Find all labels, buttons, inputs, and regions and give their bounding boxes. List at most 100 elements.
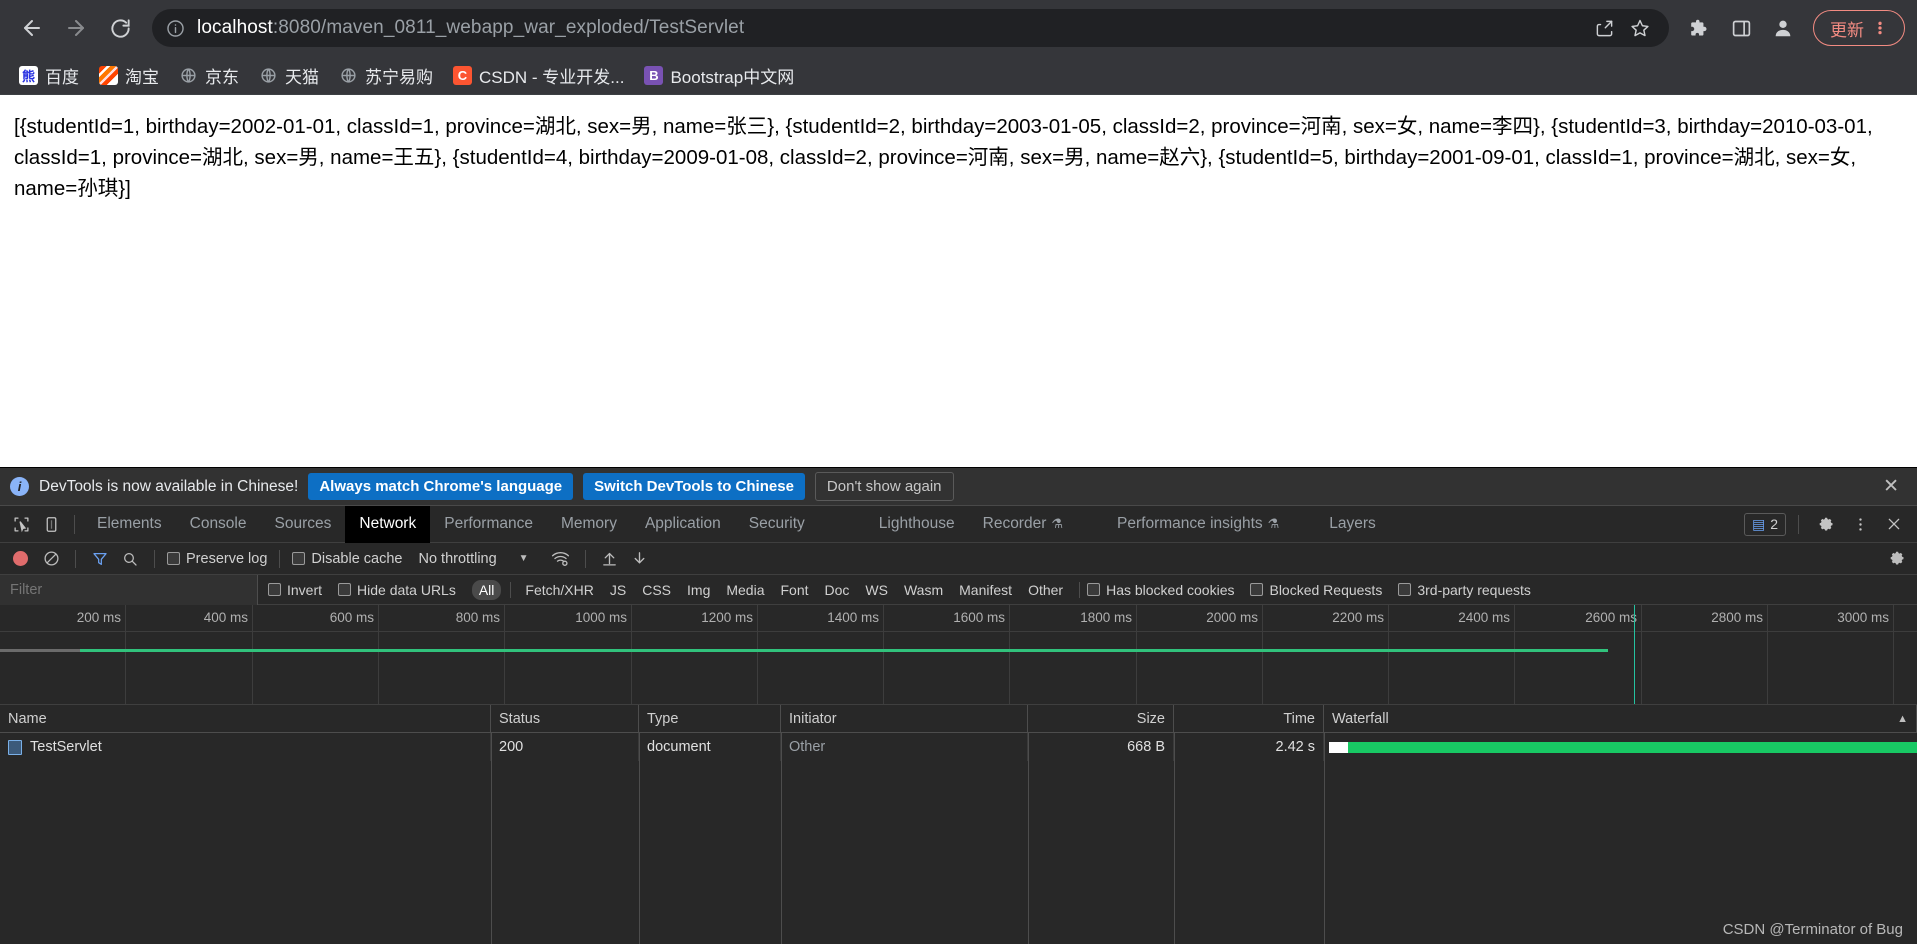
table-header-row: Name Status Type Initiator Size Time Wat… <box>0 705 1917 733</box>
tab-recorder[interactable]: Recorder⚗ <box>969 506 1077 543</box>
tab-elements[interactable]: Elements <box>83 506 176 543</box>
filter-type-other[interactable]: Other <box>1021 580 1070 600</box>
tab-sources[interactable]: Sources <box>261 506 346 543</box>
bookmark-item[interactable]: 熊 百度 <box>10 59 88 92</box>
star-icon[interactable] <box>1625 13 1655 43</box>
bookmark-item[interactable]: B Bootstrap中文网 <box>635 59 803 92</box>
filter-type-media[interactable]: Media <box>719 580 771 600</box>
back-button[interactable] <box>12 8 52 48</box>
bookmark-item[interactable]: 淘宝 <box>90 59 168 92</box>
filter-type-css[interactable]: CSS <box>635 580 678 600</box>
column-header-waterfall[interactable]: Waterfall ▲ <box>1324 705 1917 733</box>
site-info-icon[interactable] <box>166 19 185 38</box>
banner-message: DevTools is now available in Chinese! <box>39 478 298 496</box>
profile-icon[interactable] <box>1763 8 1803 48</box>
gear-icon[interactable] <box>1811 510 1841 538</box>
filter-type-font[interactable]: Font <box>774 580 816 600</box>
issues-badge[interactable]: ▤ 2 <box>1744 513 1786 536</box>
tick-label: 1000 ms <box>575 610 627 625</box>
filter-type-img[interactable]: Img <box>680 580 717 600</box>
bookmark-item[interactable]: 京东 <box>170 59 248 92</box>
always-match-language-button[interactable]: Always match Chrome's language <box>308 473 573 500</box>
share-icon[interactable] <box>1589 13 1619 43</box>
throttling-value: No throttling <box>418 551 496 567</box>
close-icon[interactable] <box>1879 510 1909 538</box>
cursor-select-icon[interactable] <box>6 510 36 538</box>
disable-cache-checkbox[interactable]: Disable cache <box>292 551 402 567</box>
filter-type-wasm[interactable]: Wasm <box>897 580 950 600</box>
servlet-output-text: [{studentId=1, birthday=2002-01-01, clas… <box>14 111 1903 204</box>
network-overview-timeline[interactable]: 200 ms 400 ms 600 ms 800 ms 1000 ms 1200… <box>0 605 1917 705</box>
side-panel-icon[interactable] <box>1721 8 1761 48</box>
tab-application[interactable]: Application <box>631 506 735 543</box>
checkbox-box <box>167 552 180 565</box>
address-bar[interactable]: localhost:8080/maven_0811_webapp_war_exp… <box>152 9 1669 47</box>
bookmark-label: Bootstrap中文网 <box>670 63 794 88</box>
document-icon <box>8 740 22 755</box>
bookmark-item[interactable]: 苏宁易购 <box>330 59 442 92</box>
column-header-name[interactable]: Name <box>0 705 491 733</box>
tab-security[interactable]: Security <box>735 506 819 543</box>
record-icon[interactable] <box>13 551 28 566</box>
checkbox-box <box>1250 583 1263 596</box>
tab-performance-insights[interactable]: Performance insights⚗ <box>1103 506 1293 543</box>
tab-performance[interactable]: Performance <box>430 506 547 543</box>
blocked-requests-checkbox[interactable]: Blocked Requests <box>1250 582 1382 598</box>
filter-type-manifest[interactable]: Manifest <box>952 580 1019 600</box>
filter-type-doc[interactable]: Doc <box>818 580 857 600</box>
tab-lighthouse[interactable]: Lighthouse <box>865 506 969 543</box>
column-header-status[interactable]: Status <box>491 705 639 733</box>
import-har-icon[interactable] <box>598 547 622 571</box>
dont-show-again-button[interactable]: Don't show again <box>815 472 954 501</box>
bookmark-item[interactable]: C CSDN - 专业开发... <box>444 59 633 92</box>
tab-console[interactable]: Console <box>176 506 261 543</box>
cell-status: 200 <box>491 733 639 761</box>
filter-type-js[interactable]: JS <box>603 580 633 600</box>
reload-button[interactable] <box>100 8 140 48</box>
column-header-time[interactable]: Time <box>1174 705 1324 733</box>
switch-to-chinese-button[interactable]: Switch DevTools to Chinese <box>583 473 805 500</box>
close-icon[interactable]: ✕ <box>1875 475 1907 498</box>
device-toolbar-icon[interactable] <box>36 510 66 538</box>
puzzle-piece-icon[interactable] <box>1679 8 1719 48</box>
filter-input[interactable] <box>0 575 258 605</box>
tick-label: 2000 ms <box>1206 610 1258 625</box>
tab-label: Performance insights <box>1117 515 1263 533</box>
tick-label: 2600 ms <box>1585 610 1637 625</box>
update-button[interactable]: 更新 <box>1813 10 1905 46</box>
column-header-initiator[interactable]: Initiator <box>781 705 1028 733</box>
invert-checkbox[interactable]: Invert <box>268 582 322 598</box>
hide-data-urls-checkbox[interactable]: Hide data URLs <box>338 582 456 598</box>
table-row[interactable]: TestServlet 200 document Other 668 B 2.4… <box>0 733 1917 761</box>
throttling-dropdown[interactable]: No throttling ▼ <box>418 551 528 567</box>
clear-icon[interactable] <box>39 547 63 571</box>
column-header-type[interactable]: Type <box>639 705 781 733</box>
filter-type-all[interactable]: All <box>472 580 502 600</box>
cell-time: 2.42 s <box>1174 733 1324 761</box>
cell-name[interactable]: TestServlet <box>0 733 491 761</box>
gear-icon[interactable] <box>1885 547 1909 571</box>
third-party-requests-checkbox[interactable]: 3rd-party requests <box>1398 582 1531 598</box>
filter-type-ws[interactable]: WS <box>858 580 895 600</box>
tick-label: 3000 ms <box>1837 610 1889 625</box>
export-har-icon[interactable] <box>628 547 652 571</box>
column-header-size[interactable]: Size <box>1028 705 1174 733</box>
network-conditions-icon[interactable] <box>549 547 573 571</box>
bookmark-item[interactable]: 天猫 <box>250 59 328 92</box>
baidu-icon: 熊 <box>19 66 38 85</box>
filter-type-fetch-xhr[interactable]: Fetch/XHR <box>518 580 600 600</box>
cell-type: document <box>639 733 781 761</box>
funnel-icon[interactable] <box>88 547 112 571</box>
bookmark-label: 苏宁易购 <box>365 63 433 88</box>
preserve-log-checkbox[interactable]: Preserve log <box>167 551 267 567</box>
has-blocked-cookies-checkbox[interactable]: Has blocked cookies <box>1087 582 1234 598</box>
tick-label: 400 ms <box>204 610 248 625</box>
network-filter-bar: Invert Hide data URLs All Fetch/XHR JS C… <box>0 575 1917 605</box>
tab-layers[interactable]: Layers <box>1315 506 1390 543</box>
search-icon[interactable] <box>118 547 142 571</box>
more-vertical-icon[interactable] <box>1845 510 1875 538</box>
tab-network[interactable]: Network <box>345 506 430 543</box>
tab-memory[interactable]: Memory <box>547 506 631 543</box>
tick-label: 2800 ms <box>1711 610 1763 625</box>
forward-button[interactable] <box>56 8 96 48</box>
